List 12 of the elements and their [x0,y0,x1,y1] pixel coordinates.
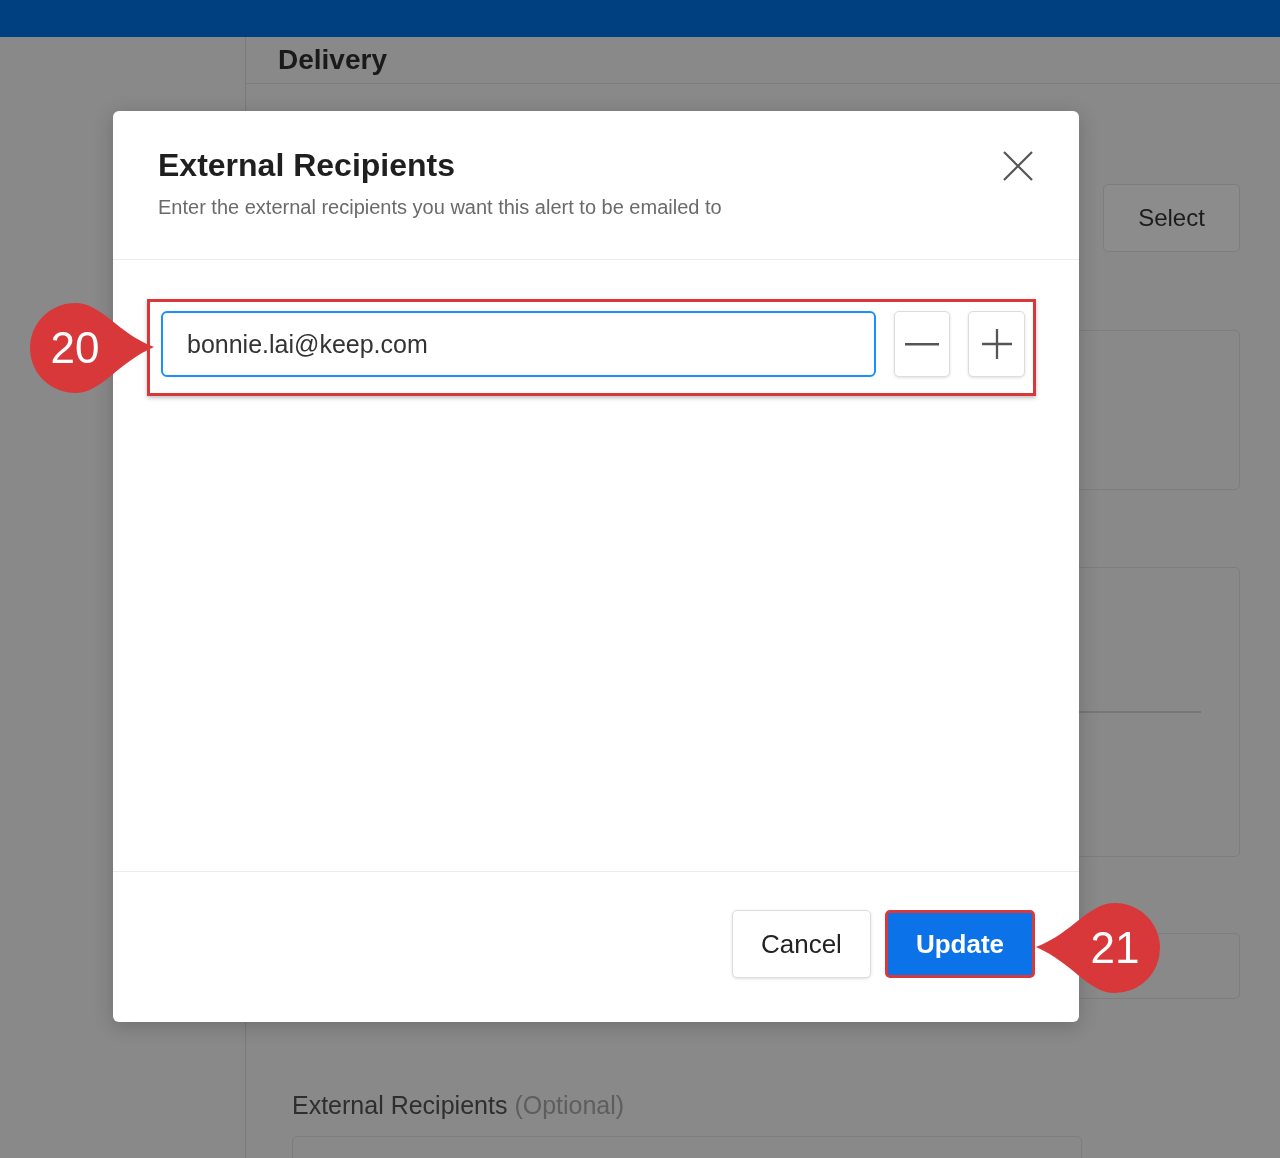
select-button[interactable]: Select [1103,184,1240,252]
email-field[interactable]: bonnie.lai@keep.com [161,311,876,377]
plus-icon [980,328,1013,360]
cancel-button[interactable]: Cancel [731,910,871,978]
minus-icon [905,342,940,346]
dialog-title: External Recipients [158,147,456,184]
close-icon[interactable] [1001,149,1035,183]
update-button[interactable]: Update [884,910,1035,978]
section-heading: Delivery [278,44,387,76]
field-label: External Recipients [292,1091,508,1120]
dialog-subtitle: Enter the external recipients you want this alert to be emailed to [158,196,722,219]
add-button[interactable] [968,311,1025,377]
